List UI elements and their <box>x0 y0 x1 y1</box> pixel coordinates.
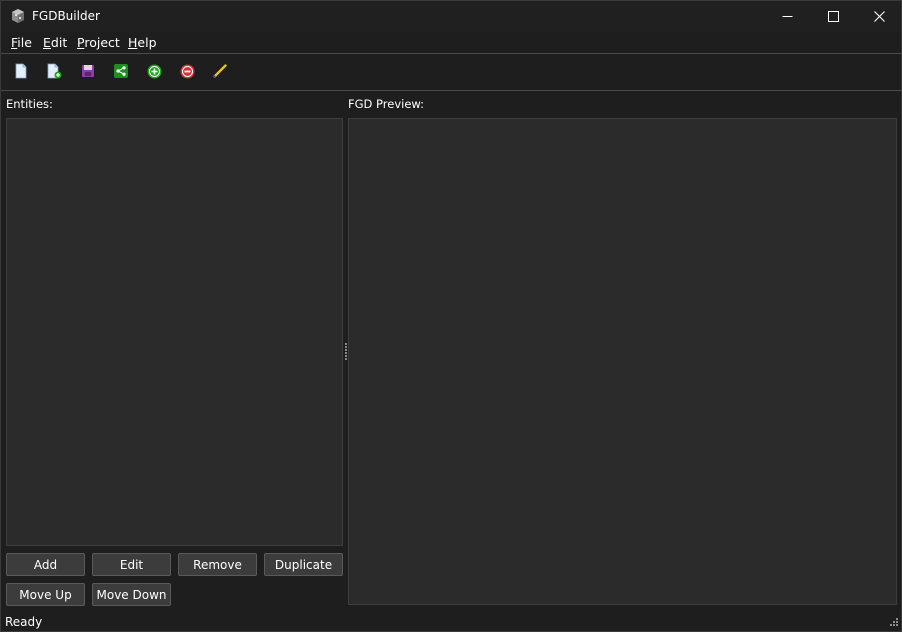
close-button[interactable] <box>856 1 902 32</box>
title-bar[interactable]: FGDBuilder <box>1 1 901 32</box>
fgd-preview-text[interactable] <box>348 118 897 605</box>
maximize-icon <box>827 11 839 22</box>
status-text: Ready <box>5 615 43 629</box>
menu-help[interactable]: Help <box>128 35 157 50</box>
new-from-template-icon <box>47 63 62 79</box>
entities-label: Entities: <box>6 97 53 111</box>
entities-list[interactable] <box>6 118 343 546</box>
maximize-button[interactable] <box>810 1 856 32</box>
edit-button[interactable]: Edit <box>92 553 171 576</box>
minimize-icon <box>782 16 792 17</box>
app-window: FGDBuilder File Edit Project Help Entiti… <box>0 0 902 632</box>
new-from-template-button[interactable] <box>45 62 63 80</box>
move-down-button[interactable]: Move Down <box>92 583 171 606</box>
remove-icon <box>180 64 194 78</box>
add-icon <box>147 64 161 78</box>
save-icon <box>82 65 94 77</box>
minimize-button[interactable] <box>764 1 810 32</box>
add-button[interactable]: Add <box>6 553 85 576</box>
menu-bar: File Edit Project Help <box>1 32 901 53</box>
menu-project[interactable]: Project <box>77 35 120 50</box>
fgd-preview-label: FGD Preview: <box>348 97 425 111</box>
add-entity-button[interactable] <box>145 62 163 80</box>
toolbar <box>1 54 901 90</box>
new-file-button[interactable] <box>12 62 30 80</box>
duplicate-button[interactable]: Duplicate <box>264 553 343 576</box>
close-icon <box>873 11 885 22</box>
export-button[interactable] <box>112 62 130 80</box>
toolbar-separator <box>1 90 901 91</box>
window-title: FGDBuilder <box>32 9 100 23</box>
app-logo-icon <box>12 9 24 23</box>
edit-entity-button[interactable] <box>211 62 229 80</box>
edit-pencil-icon <box>213 64 227 78</box>
save-button[interactable] <box>79 62 97 80</box>
export-icon <box>114 64 128 78</box>
remove-button[interactable]: Remove <box>178 553 257 576</box>
menu-edit[interactable]: Edit <box>43 35 67 50</box>
move-up-button[interactable]: Move Up <box>6 583 85 606</box>
new-file-icon <box>15 63 27 79</box>
remove-entity-button[interactable] <box>178 62 196 80</box>
menu-file[interactable]: File <box>11 35 32 50</box>
resize-grip-icon[interactable] <box>887 617 899 629</box>
